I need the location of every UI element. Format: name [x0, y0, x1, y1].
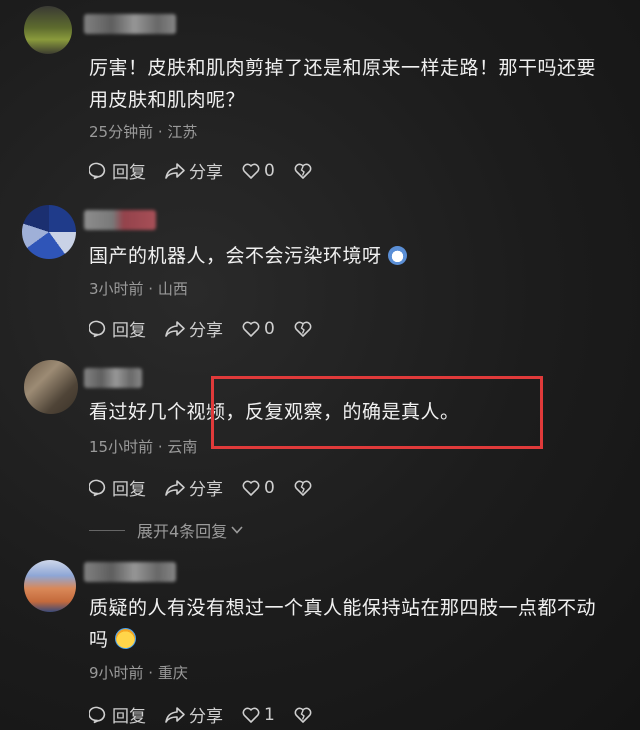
broken-heart-icon	[294, 707, 312, 723]
like-button[interactable]: 0	[241, 478, 275, 498]
heart-icon	[242, 163, 260, 179]
cat-face-emoji	[387, 246, 407, 265]
comment-actions: 回复 分享 1	[89, 702, 334, 727]
chevron-down-icon	[231, 526, 243, 534]
chat-bubble-icon	[89, 162, 106, 179]
avatar[interactable]	[24, 560, 76, 612]
comment-meta: 9小时前 · 重庆	[89, 664, 188, 682]
share-arrow-icon	[165, 479, 185, 496]
crying-face-emoji	[114, 628, 136, 649]
reply-button[interactable]: 回复	[89, 158, 146, 183]
comment-text: 国产的机器人，会不会污染环境呀	[89, 240, 619, 272]
username-blurred[interactable]	[84, 368, 142, 388]
like-button[interactable]: 1	[241, 705, 275, 725]
share-arrow-icon	[165, 320, 185, 337]
username-blurred[interactable]	[84, 210, 156, 230]
dislike-button[interactable]	[293, 705, 316, 725]
share-arrow-icon	[165, 162, 185, 179]
heart-icon	[242, 707, 260, 723]
broken-heart-icon	[294, 321, 312, 337]
comment-text: 厉害！皮肤和肌肉剪掉了还是和原来一样走路！那干吗还要 用皮肤和肌肉呢？	[89, 57, 597, 111]
expand-replies-button[interactable]: 展开4条回复	[89, 518, 245, 542]
divider	[89, 529, 125, 531]
comment-actions: 回复 分享 0	[89, 475, 334, 500]
comment-text: 质疑的人有没有想过一个真人能保持站在那四肢一点都不动 吗	[89, 597, 597, 651]
chat-bubble-icon	[89, 706, 106, 723]
chat-bubble-icon	[89, 479, 106, 496]
comment-actions: 回复 分享 0	[89, 158, 334, 183]
heart-icon	[242, 321, 260, 337]
like-button[interactable]: 0	[241, 319, 275, 339]
share-button[interactable]: 分享	[164, 158, 223, 183]
share-arrow-icon	[165, 706, 185, 723]
comment-meta: 15小时前 · 云南	[89, 438, 198, 456]
reply-button[interactable]: 回复	[89, 316, 146, 341]
share-button[interactable]: 分享	[164, 316, 223, 341]
share-button[interactable]: 分享	[164, 702, 223, 727]
dislike-button[interactable]	[293, 478, 316, 498]
comment-meta: 25分钟前 · 江苏	[89, 123, 198, 141]
dislike-button[interactable]	[293, 319, 316, 339]
highlight-box	[211, 376, 543, 449]
avatar[interactable]	[22, 205, 76, 259]
username-blurred[interactable]	[84, 14, 176, 34]
chat-bubble-icon	[89, 320, 106, 337]
dislike-button[interactable]	[293, 161, 316, 181]
avatar[interactable]	[24, 6, 72, 54]
broken-heart-icon	[294, 480, 312, 496]
like-button[interactable]: 0	[241, 161, 275, 181]
reply-button[interactable]: 回复	[89, 702, 146, 727]
comment-meta: 3小时前 · 山西	[89, 280, 188, 298]
heart-icon	[242, 480, 260, 496]
username-blurred[interactable]	[84, 562, 176, 582]
avatar[interactable]	[24, 360, 78, 414]
comment-actions: 回复 分享 0	[89, 316, 334, 341]
share-button[interactable]: 分享	[164, 475, 223, 500]
reply-button[interactable]: 回复	[89, 475, 146, 500]
broken-heart-icon	[294, 163, 312, 179]
